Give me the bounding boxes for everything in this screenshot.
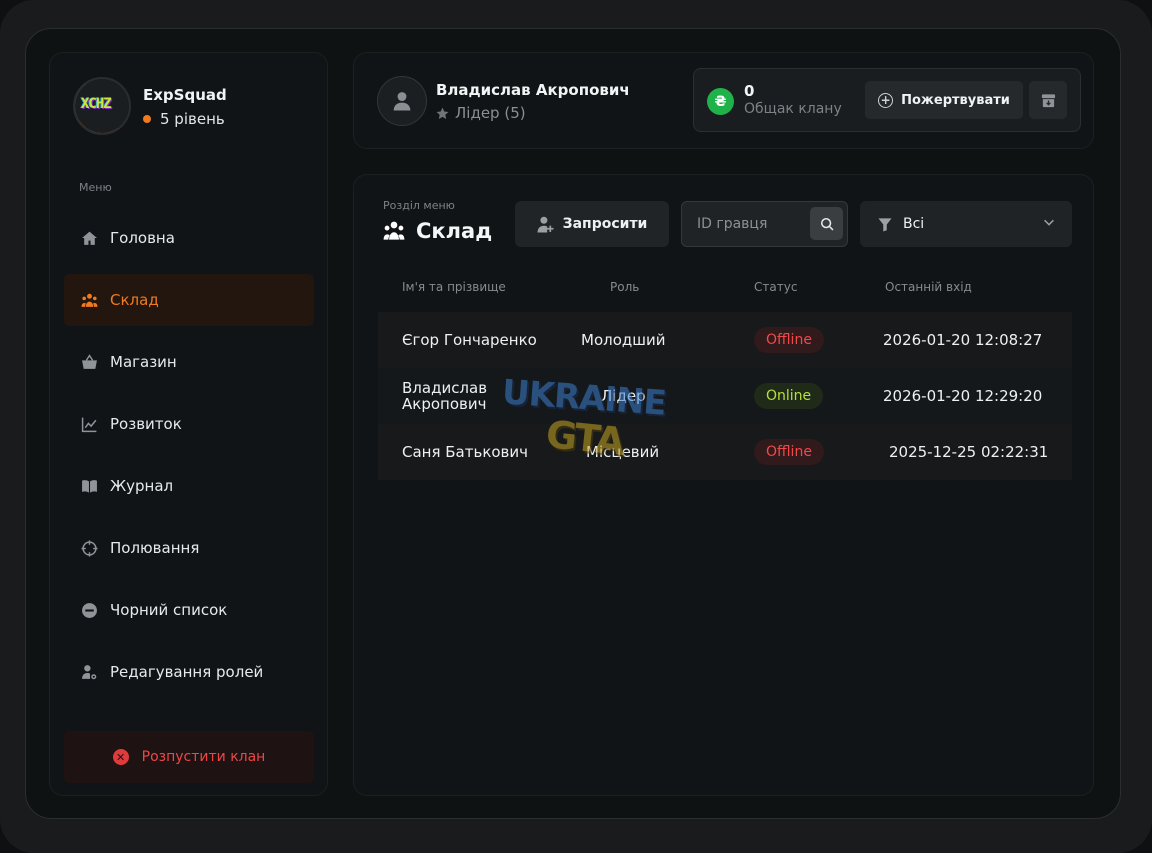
page-title: Склад <box>383 219 492 243</box>
member-status: Offline <box>754 424 824 480</box>
profile-bar: Владислав Акропович Лідер (5) ₴ 0 Общак … <box>353 52 1094 149</box>
search-button[interactable] <box>810 207 843 240</box>
table-row[interactable]: Єгор Гончаренко Молодший Offline 2026-01… <box>378 312 1072 368</box>
nav-label: Журнал <box>110 477 174 495</box>
nav-label: Полювання <box>110 539 200 557</box>
clan-name: ExpSquad <box>143 86 227 104</box>
nav-item-journal[interactable]: Журнал <box>64 460 314 512</box>
crosshair-icon <box>80 539 98 557</box>
table-row[interactable]: Владислав Акропович Лідер Online 2026-01… <box>378 368 1072 424</box>
chart-line-icon <box>80 415 98 433</box>
members-icon <box>383 221 405 240</box>
column-header-last-login[interactable]: Останній вхід <box>885 280 972 294</box>
member-name: Саня Батькович <box>402 443 529 461</box>
member-role: Місцевий <box>586 443 660 461</box>
nav-item-hunting[interactable]: Полювання <box>64 522 314 574</box>
members-panel: Розділ меню Склад Запросити Всі Ім'я та … <box>353 174 1094 796</box>
nav-label: Розвиток <box>110 415 182 433</box>
disband-clan-button[interactable]: ✕ Розпустити клан <box>64 731 314 783</box>
bank-amount: 0 <box>744 82 755 100</box>
disband-label: Розпустити клан <box>141 749 266 765</box>
nav-item-shop[interactable]: Магазин <box>64 336 314 388</box>
clan-logo-graffiti: XCHZ <box>81 96 112 112</box>
archive-box-icon <box>1041 93 1055 107</box>
member-status: Offline <box>754 312 824 368</box>
player-id-input[interactable] <box>682 202 807 246</box>
sidebar: XCHZ ExpSquad 5 рівень Меню Головна Скла… <box>49 52 328 796</box>
members-icon <box>80 291 98 309</box>
user-plus-icon <box>537 216 554 232</box>
clan-level: 5 рівень <box>143 110 225 128</box>
avatar[interactable] <box>377 76 427 126</box>
clan-logo: XCHZ <box>73 77 131 135</box>
column-header-role[interactable]: Роль <box>610 280 639 294</box>
user-role-label: Лідер (5) <box>455 104 526 122</box>
user-icon <box>393 92 411 111</box>
member-status: Online <box>754 368 824 424</box>
star-icon <box>436 107 449 119</box>
nav-item-blacklist[interactable]: Чорний список <box>64 584 314 636</box>
player-id-search <box>681 201 848 247</box>
filter-icon <box>878 217 892 231</box>
level-dot-icon <box>143 115 151 123</box>
bank-label: Общак клану <box>744 101 842 117</box>
member-role: Лідер <box>601 387 646 405</box>
user-gear-icon <box>80 663 98 681</box>
table-row[interactable]: Саня Батькович Місцевий Offline 2025-12-… <box>378 424 1072 480</box>
plus-circle-icon: + <box>878 92 894 108</box>
section-caption: Розділ меню <box>383 199 455 212</box>
invite-label: Запросити <box>562 216 648 232</box>
invite-button[interactable]: Запросити <box>515 201 669 247</box>
nav-label: Редагування ролей <box>110 663 264 681</box>
book-icon <box>80 477 98 495</box>
hryvnia-coin-icon: ₴ <box>707 88 734 115</box>
member-role: Молодший <box>581 331 666 349</box>
clan-level-label: 5 рівень <box>160 110 225 128</box>
menu-caption: Меню <box>79 181 112 194</box>
nav-item-edit-roles[interactable]: Редагування ролей <box>64 646 314 698</box>
member-last-login: 2026-01-20 12:29:20 <box>883 387 1043 405</box>
nav-item-progress[interactable]: Розвиток <box>64 398 314 450</box>
column-header-status[interactable]: Статус <box>754 280 797 294</box>
nav-label: Чорний список <box>110 601 228 619</box>
member-name: Єгор Гончаренко <box>402 331 537 349</box>
member-last-login: 2025-12-25 02:22:31 <box>889 443 1049 461</box>
archive-button[interactable] <box>1029 81 1067 119</box>
close-circle-icon: ✕ <box>112 749 129 765</box>
nav-label: Склад <box>110 291 159 309</box>
nav-item-members[interactable]: Склад <box>64 274 314 326</box>
nav-label: Головна <box>110 229 175 247</box>
status-badge: Offline <box>754 439 824 465</box>
status-badge: Offline <box>754 327 824 353</box>
donate-button[interactable]: + Пожертвувати <box>865 81 1023 119</box>
user-role: Лідер (5) <box>436 104 526 122</box>
block-icon <box>80 601 98 619</box>
member-last-login: 2026-01-20 12:08:27 <box>883 331 1043 349</box>
table-header: Ім'я та прізвище Роль Статус Останній вх… <box>378 280 1072 300</box>
status-badge: Online <box>754 383 824 409</box>
search-icon <box>820 217 834 231</box>
nav-item-home[interactable]: Головна <box>64 212 314 264</box>
basket-icon <box>80 353 98 371</box>
member-name: Владислав Акропович <box>402 379 488 413</box>
user-name: Владислав Акропович <box>436 81 630 99</box>
status-filter-select[interactable]: Всі <box>860 201 1072 247</box>
page-title-label: Склад <box>416 219 493 243</box>
donate-label: Пожертвувати <box>901 92 1010 108</box>
filter-value: Всі <box>903 216 925 232</box>
nav-label: Магазин <box>110 353 177 371</box>
column-header-name[interactable]: Ім'я та прізвище <box>402 280 506 294</box>
clan-bank: ₴ 0 Общак клану + Пожертвувати <box>693 68 1081 132</box>
home-icon <box>80 229 98 247</box>
chevron-down-icon <box>1044 219 1054 226</box>
